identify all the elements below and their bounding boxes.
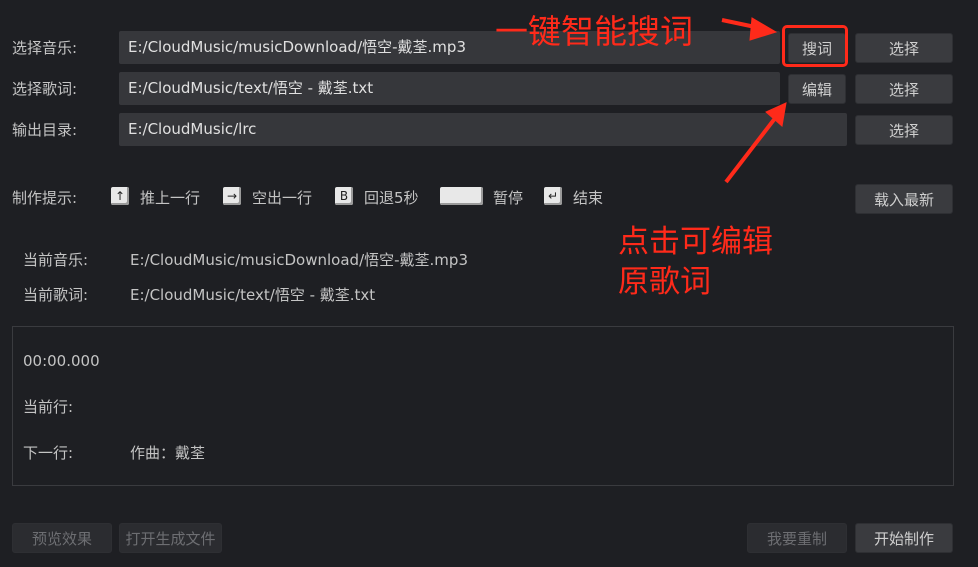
arrow-to-search-icon [721, 17, 778, 41]
arrow-to-edit-icon [724, 102, 787, 184]
annotation-arrows [721, 17, 787, 184]
